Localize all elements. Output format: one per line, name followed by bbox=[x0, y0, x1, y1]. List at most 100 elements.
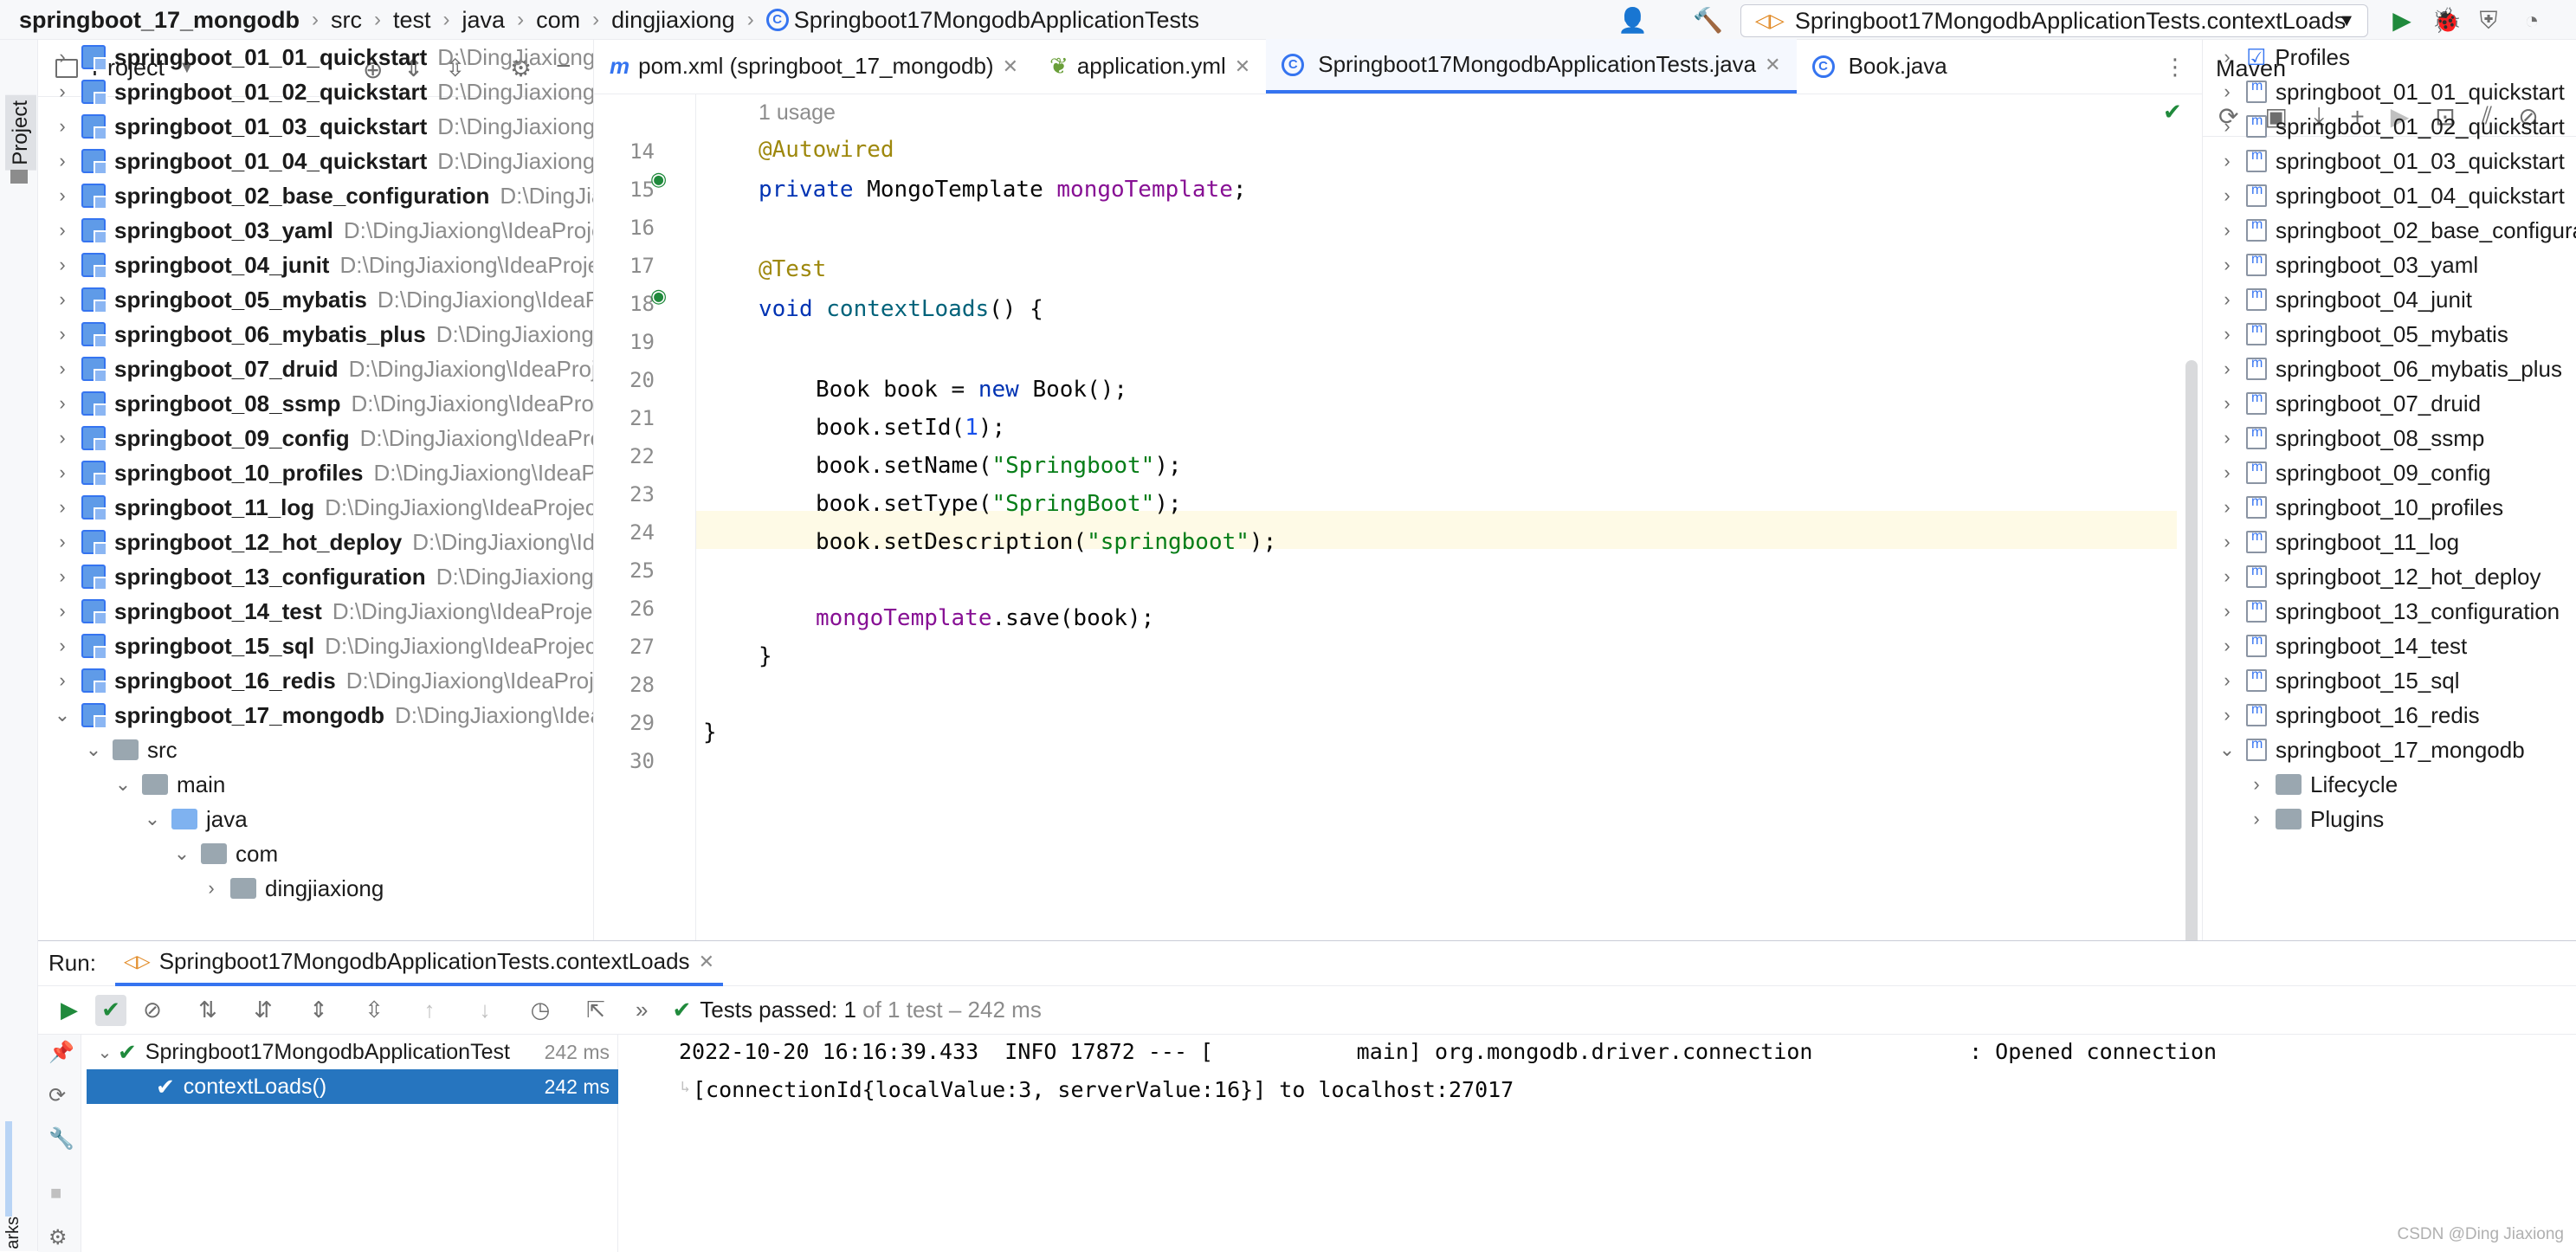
tab-pom-xml[interactable]: m pom.xml (springboot_17_mongodb) ✕ bbox=[594, 39, 1034, 94]
maven-lifecycle-item[interactable]: › Lifecycle bbox=[2203, 767, 2398, 802]
chevron-right-icon[interactable]: › bbox=[2217, 81, 2237, 103]
usage-hint[interactable]: 1 usage bbox=[759, 100, 836, 126]
maven-module-item[interactable]: › springboot_05_mybatis bbox=[2203, 317, 2508, 352]
chevron-right-icon[interactable]: › bbox=[2217, 254, 2237, 276]
sort-alpha-icon[interactable]: ⇅ bbox=[192, 995, 223, 1026]
tab-book-java[interactable]: C Book.java bbox=[1797, 39, 1963, 94]
chevron-right-icon[interactable]: › bbox=[52, 427, 73, 449]
maven-module-item[interactable]: › springboot_01_02_quickstart bbox=[2203, 109, 2565, 144]
chevron-right-icon[interactable]: › bbox=[52, 565, 73, 588]
breadcrumb-item[interactable]: com bbox=[536, 7, 580, 34]
maven-module-item[interactable]: › springboot_12_hot_deploy bbox=[2203, 559, 2540, 594]
module-tree-item[interactable]: › springboot_16_redis D:\DingJiaxiong\Idea… bbox=[38, 663, 593, 698]
show-ignored-icon[interactable]: ⊘ bbox=[137, 995, 168, 1026]
breadcrumb-item[interactable]: src bbox=[331, 7, 362, 34]
chevron-right-icon[interactable]: › bbox=[52, 461, 73, 484]
chevron-right-icon[interactable]: › bbox=[2217, 323, 2237, 345]
maven-module-item[interactable]: › springboot_16_redis bbox=[2203, 698, 2479, 732]
maven-module-item[interactable]: › springboot_01_04_quickstart bbox=[2203, 178, 2565, 213]
chevron-right-icon[interactable]: › bbox=[2217, 704, 2237, 726]
pin-icon[interactable]: 📌 bbox=[48, 1040, 74, 1065]
project-tool-window-button[interactable]: Project bbox=[5, 95, 36, 171]
more-tabs-icon[interactable]: ⋮ bbox=[2164, 54, 2186, 81]
chevron-down-icon[interactable]: ⌄ bbox=[113, 773, 133, 796]
module-tree-item[interactable]: › springboot_01_03_quickstart D:\DingJiaxi… bbox=[38, 109, 593, 144]
folder-tree-item[interactable]: ⌄ java bbox=[38, 802, 248, 836]
chevron-right-icon[interactable]: › bbox=[2217, 669, 2237, 692]
console-output[interactable]: 2022-10-20 16:16:39.433 INFO 17872 --- [… bbox=[627, 1035, 2575, 1252]
module-tree-item[interactable]: › springboot_14_test D:\DingJiaxiong\IdeaP… bbox=[38, 594, 593, 629]
camera-icon[interactable]: ⚙ bbox=[48, 1225, 68, 1250]
wrench-icon[interactable]: 🔧 bbox=[48, 1126, 74, 1152]
next-icon[interactable]: ↓ bbox=[469, 995, 500, 1026]
chevron-right-icon[interactable]: › bbox=[2217, 219, 2237, 242]
maven-module-item[interactable]: › springboot_09_config bbox=[2203, 455, 2490, 490]
maven-module-item[interactable]: › springboot_03_yaml bbox=[2203, 248, 2478, 282]
module-tree-item[interactable]: › springboot_08_ssmp D:\DingJiaxiong\IdeaP… bbox=[38, 386, 593, 421]
maven-module-item[interactable]: › springboot_07_druid bbox=[2203, 386, 2481, 421]
sort-duration-icon[interactable]: ⇵ bbox=[248, 995, 279, 1026]
folder-tree-item[interactable]: › dingjiaxiong bbox=[38, 871, 384, 906]
show-passed-icon[interactable]: ✔ bbox=[95, 994, 126, 1026]
stop-icon[interactable]: ■ bbox=[50, 1182, 61, 1204]
module-tree-item[interactable]: › springboot_01_02_quickstart D:\DingJiaxi… bbox=[38, 74, 593, 109]
maven-module-item[interactable]: › springboot_13_configuration bbox=[2203, 594, 2560, 629]
chevron-right-icon[interactable]: › bbox=[52, 600, 73, 623]
breadcrumb-item[interactable]: dingjiaxiong bbox=[611, 7, 735, 34]
chevron-right-icon[interactable]: › bbox=[52, 392, 73, 415]
maven-module-item[interactable]: › springboot_01_01_quickstart bbox=[2203, 74, 2565, 109]
breadcrumb-item[interactable]: test bbox=[393, 7, 431, 34]
chevron-right-icon[interactable]: › bbox=[52, 496, 73, 519]
module-tree-item[interactable]: › springboot_13_configuration D:\DingJiaxi… bbox=[38, 559, 593, 594]
chevron-right-icon[interactable]: › bbox=[2217, 600, 2237, 623]
chevron-right-icon[interactable]: › bbox=[2217, 288, 2237, 311]
chevron-right-icon[interactable]: › bbox=[2217, 115, 2237, 138]
module-tree-item[interactable]: › springboot_12_hot_deploy D:\DingJiaxiong… bbox=[38, 525, 593, 559]
expand-all-icon[interactable]: ⇕ bbox=[303, 995, 334, 1026]
module-tree-item[interactable]: › springboot_07_druid D:\DingJiaxiong\Idea… bbox=[38, 352, 593, 386]
coverage-icon[interactable]: ⛨ bbox=[2475, 7, 2502, 35]
chevron-right-icon[interactable]: › bbox=[52, 254, 73, 276]
close-icon[interactable]: ✕ bbox=[699, 951, 714, 973]
close-icon[interactable]: ✕ bbox=[1765, 54, 1780, 76]
chevron-right-icon[interactable]: › bbox=[2217, 635, 2237, 657]
bookmarks-tool-window-button[interactable]: arks bbox=[3, 1217, 23, 1249]
chevron-right-icon[interactable]: › bbox=[52, 358, 73, 380]
folder-tree-item[interactable]: ⌄ com bbox=[38, 836, 278, 871]
close-icon[interactable]: ✕ bbox=[1235, 55, 1250, 78]
maven-module-item[interactable]: › springboot_08_ssmp bbox=[2203, 421, 2484, 455]
build-hammer-icon[interactable]: 🔨 bbox=[1693, 7, 1723, 35]
folder-tree-item[interactable]: ⌄ src bbox=[38, 732, 178, 767]
maven-module-item[interactable]: ⌄ springboot_17_mongodb bbox=[2203, 732, 2525, 767]
history-icon[interactable]: ◷ bbox=[525, 995, 556, 1026]
chevron-down-icon[interactable]: ⌄ bbox=[142, 808, 163, 830]
maven-module-item[interactable]: › springboot_14_test bbox=[2203, 629, 2467, 663]
module-tree-item[interactable]: › springboot_01_01_quickstart D:\DingJiaxi… bbox=[38, 40, 593, 74]
maven-module-item[interactable]: › springboot_11_log bbox=[2203, 525, 2459, 559]
tab-springboot17-tests[interactable]: C Springboot17MongodbApplicationTests.ja… bbox=[1266, 39, 1797, 94]
run-gutter-icon[interactable]: ◉ bbox=[650, 168, 667, 190]
chevron-right-icon[interactable]: › bbox=[52, 531, 73, 553]
maven-module-item[interactable]: › springboot_15_sql bbox=[2203, 663, 2459, 698]
breadcrumb-item[interactable]: springboot_17_mongodb bbox=[19, 7, 300, 34]
run-icon[interactable]: ▶ bbox=[2388, 7, 2416, 35]
maven-module-item[interactable]: › springboot_06_mybatis_plus bbox=[2203, 352, 2562, 386]
chevron-right-icon[interactable]: › bbox=[2217, 565, 2237, 588]
module-tree-item[interactable]: ⌄ springboot_17_mongodb D:\DingJiaxiong\Id… bbox=[38, 698, 593, 732]
maven-plugins-item[interactable]: › Plugins bbox=[2203, 802, 2384, 836]
chevron-right-icon[interactable]: › bbox=[52, 323, 73, 345]
chevron-right-icon[interactable]: › bbox=[201, 877, 222, 900]
rerun-failed-icon[interactable]: ⟳ bbox=[48, 1083, 66, 1108]
maven-module-item[interactable]: › springboot_01_03_quickstart bbox=[2203, 144, 2565, 178]
chevron-right-icon[interactable]: › bbox=[52, 184, 73, 207]
maven-module-item[interactable]: › springboot_04_junit bbox=[2203, 282, 2472, 317]
close-icon[interactable]: ✕ bbox=[1003, 55, 1018, 78]
user-icon[interactable]: 👤 bbox=[1617, 7, 1648, 35]
chevron-right-icon[interactable]: › bbox=[2217, 150, 2237, 172]
tab-application-yml[interactable]: ❦ application.yml ✕ bbox=[1034, 39, 1266, 94]
module-tree-item[interactable]: › springboot_09_config D:\DingJiaxiong\Ide… bbox=[38, 421, 593, 455]
maven-module-item[interactable]: › springboot_10_profiles bbox=[2203, 490, 2503, 525]
editor-scrollbar[interactable] bbox=[2185, 360, 2198, 958]
breadcrumb-item[interactable]: java bbox=[462, 7, 506, 34]
chevron-right-icon[interactable]: › bbox=[52, 669, 73, 692]
